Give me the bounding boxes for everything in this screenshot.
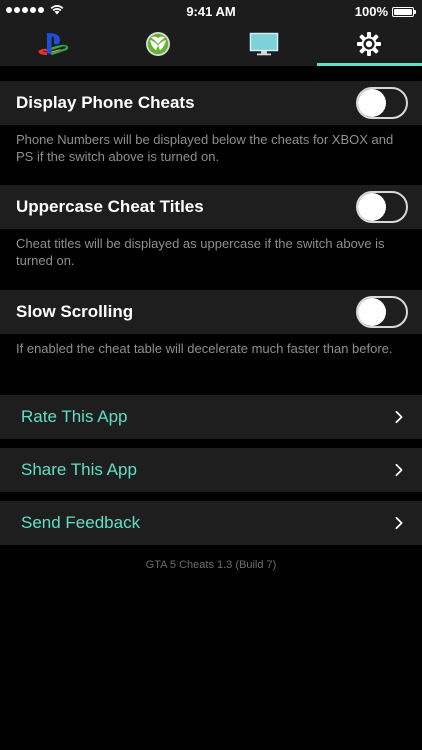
slow-scrolling-toggle[interactable] (356, 296, 408, 328)
share-app-row[interactable]: Share This App (0, 448, 422, 492)
playstation-icon (38, 33, 69, 56)
battery-icon (392, 6, 416, 17)
slow-scrolling-row: Slow Scrolling (0, 290, 422, 334)
display-phone-row: Display Phone Cheats (0, 81, 422, 125)
display-phone-label: Display Phone Cheats (16, 93, 195, 112)
settings-list: Display Phone Cheats Phone Numbers will … (0, 66, 422, 571)
tab-bar (0, 22, 422, 66)
rate-app-label: Rate This App (21, 407, 128, 426)
xbox-icon (146, 32, 171, 56)
share-app-label: Share This App (21, 460, 137, 479)
send-feedback-row[interactable]: Send Feedback (0, 501, 422, 545)
display-phone-note: Phone Numbers will be displayed below th… (16, 132, 394, 164)
chevron-right-icon (395, 410, 403, 424)
monitor-icon (249, 32, 278, 56)
uppercase-titles-label: Uppercase Cheat Titles (16, 197, 204, 216)
chevron-right-icon (395, 463, 403, 477)
slow-scrolling-note: If enabled the cheat table will decelera… (16, 341, 393, 356)
display-phone-toggle[interactable] (356, 87, 408, 119)
tab-settings[interactable] (316, 22, 422, 66)
status-right: 100% (354, 4, 416, 19)
tab-playstation[interactable] (0, 22, 106, 66)
status-bar: 9:41 AM 100% (0, 0, 422, 22)
chevron-right-icon (395, 516, 403, 530)
battery-percent: 100% (354, 4, 388, 19)
slow-scrolling-label: Slow Scrolling (16, 302, 134, 321)
uppercase-titles-row: Uppercase Cheat Titles (0, 185, 422, 229)
gear-icon (357, 32, 382, 56)
uppercase-titles-note: Cheat titles will be displayed as upperc… (16, 236, 385, 268)
version-label: GTA 5 Cheats 1.3 (Build 7) (145, 559, 277, 571)
tab-xbox[interactable] (106, 22, 212, 66)
rate-app-row[interactable]: Rate This App (0, 395, 422, 439)
tab-monitor[interactable] (211, 22, 317, 66)
send-feedback-label: Send Feedback (21, 513, 141, 532)
uppercase-titles-toggle[interactable] (356, 191, 408, 223)
